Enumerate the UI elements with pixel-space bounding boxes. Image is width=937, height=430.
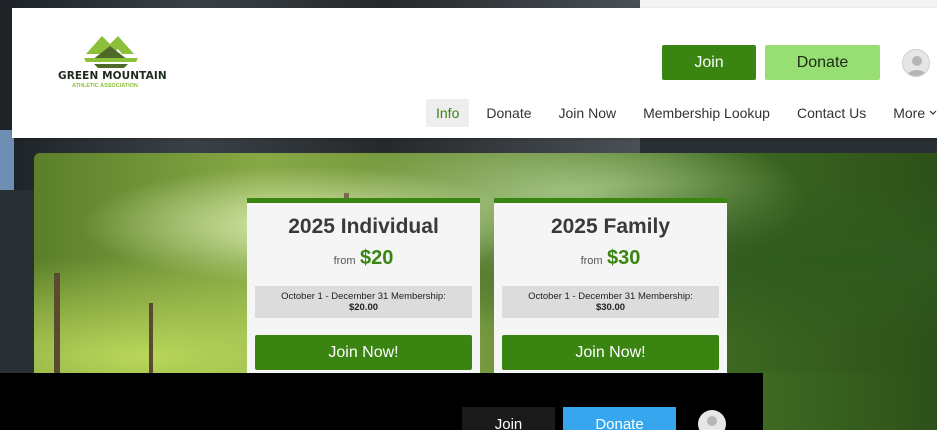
- price-amount: $30: [607, 247, 641, 269]
- membership-amount: $30.00: [595, 302, 626, 313]
- user-avatar-icon[interactable]: [902, 49, 930, 77]
- card-title: 2025 Individual: [288, 215, 439, 238]
- main-nav: Info Donate Join Now Membership Lookup C…: [426, 99, 937, 127]
- membership-period: October 1 - December 31 Membership:: [281, 291, 446, 302]
- membership-period: October 1 - December 31 Membership:: [528, 291, 693, 302]
- site-logo[interactable]: GREEN MOUNTAIN ATHLETIC ASSOCIATION: [58, 32, 168, 94]
- nav-item-info[interactable]: Info: [426, 99, 470, 127]
- membership-card-individual: 2025 Individual from $20 October 1 - Dec…: [247, 198, 480, 378]
- price-from-label: from: [580, 255, 603, 267]
- hero-continuation: [763, 373, 937, 430]
- chevron-down-icon: [929, 110, 937, 115]
- join-now-button[interactable]: Join Now!: [502, 335, 719, 370]
- price-amount: $20: [360, 247, 394, 269]
- membership-amount: $20.00: [348, 302, 379, 313]
- brand-name: GREEN MOUNTAIN: [58, 70, 167, 82]
- nav-more-label: More: [893, 105, 926, 121]
- sticky-join-button[interactable]: Join: [462, 407, 555, 430]
- background-page-strip: [0, 130, 14, 190]
- sticky-avatar-icon[interactable]: [698, 410, 726, 430]
- membership-period-box: October 1 - December 31 Membership: $20.…: [255, 286, 472, 318]
- card-price: from $30: [494, 247, 727, 270]
- card-title: 2025 Family: [550, 215, 671, 238]
- nav-item-donate[interactable]: Donate: [476, 99, 541, 127]
- site-header: GREEN MOUNTAIN ATHLETIC ASSOCIATION Join…: [12, 8, 937, 138]
- brand-subtitle: ATHLETIC ASSOCIATION: [72, 83, 138, 89]
- join-now-button[interactable]: Join Now!: [255, 335, 472, 370]
- membership-card-family: 2025 Family from $30 October 1 - Decembe…: [494, 198, 727, 378]
- nav-item-more[interactable]: More: [883, 99, 937, 127]
- sticky-donate-button[interactable]: Donate: [563, 407, 676, 430]
- nav-item-membership-lookup[interactable]: Membership Lookup: [633, 99, 780, 127]
- hero-banner: 2025 Individual from $20 October 1 - Dec…: [34, 153, 937, 393]
- membership-period-box: October 1 - December 31 Membership: $30.…: [502, 286, 719, 318]
- join-button[interactable]: Join: [662, 45, 756, 80]
- mountain-logo-icon: [84, 36, 138, 68]
- card-price: from $20: [247, 247, 480, 270]
- nav-item-join-now[interactable]: Join Now: [549, 99, 627, 127]
- price-from-label: from: [333, 255, 356, 267]
- donate-button[interactable]: Donate: [765, 45, 880, 80]
- nav-item-contact-us[interactable]: Contact Us: [787, 99, 876, 127]
